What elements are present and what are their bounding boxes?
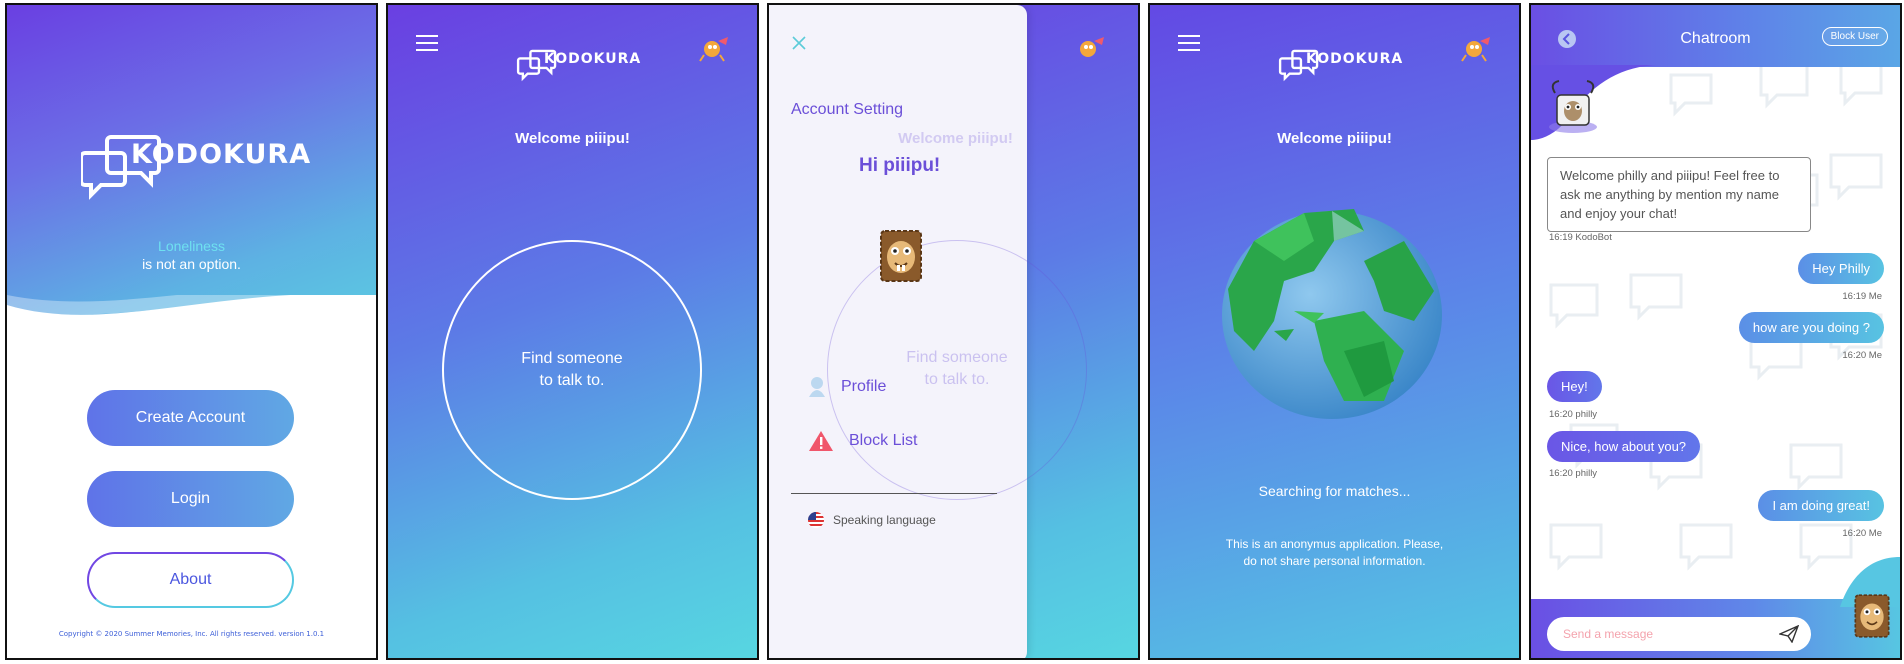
menu-item-profile[interactable]: Profile [807, 375, 886, 399]
avatar-icon[interactable] [877, 227, 925, 285]
bot-message: Welcome philly and piiipu! Feel free to … [1547, 157, 1811, 232]
app-logo: KODOKURA [516, 49, 641, 85]
app-logo-text: KODOKURA [131, 138, 312, 170]
divider [791, 493, 997, 494]
avatar-icon[interactable] [1852, 591, 1892, 641]
chat-message: how are you doing ? [1738, 312, 1884, 343]
message-input[interactable]: Send a message [1547, 617, 1811, 651]
app-logo: KODOKURA [1278, 49, 1403, 85]
menu-icon[interactable] [1178, 35, 1200, 51]
close-icon[interactable] [791, 35, 807, 51]
welcome-text: Welcome piiipu! [515, 130, 630, 147]
searching-screen: KODOKURA Welcome piiipu! Searching for m… [1148, 3, 1521, 660]
app-logo: KODOKURA [81, 133, 311, 209]
drawer-screen: KODOKURA Welcome piiipu! Find someone to… [767, 3, 1140, 660]
menu-item-label: Block List [849, 432, 918, 449]
tagline-line1: Loneliness [158, 238, 225, 254]
us-flag-icon [808, 512, 824, 528]
tagline-line2: is not an option. [142, 256, 241, 272]
avatar-icon [1080, 37, 1104, 57]
notice-line1: This is an anonymus application. Please, [1225, 537, 1444, 551]
chat-message-meta: 16:20 Me [1842, 350, 1882, 361]
profile-icon [809, 377, 825, 397]
app-logo-text: KODOKURA [544, 51, 642, 67]
chat-message-meta: 16:20 Me [1842, 528, 1882, 539]
globe-icon [1222, 209, 1442, 419]
avatar-icon[interactable] [698, 33, 732, 63]
account-setting-title: Account Setting [791, 101, 904, 118]
warning-icon [809, 431, 833, 451]
account-drawer: Welcome piiipu! Find someone to talk to.… [769, 5, 1087, 658]
login-button[interactable]: Login [87, 471, 294, 527]
chat-message: Hey! [1547, 371, 1602, 402]
copyright-text: Copyright © 2020 Summer Memories, Inc. A… [58, 630, 325, 638]
faded-find-circle: Find someone to talk to. [827, 240, 1087, 500]
kodobot-avatar-icon [1549, 80, 1597, 133]
greeting-text: Hi piiipu! [859, 155, 941, 176]
faded-welcome-text: Welcome piiipu! [898, 130, 1013, 147]
bot-message-meta: 16:19 KodoBot [1549, 232, 1612, 243]
chatroom-screen: Chatroom Block User Welcome philly and p… [1529, 3, 1902, 660]
chat-message-meta: 16:20 philly [1549, 468, 1598, 479]
menu-item-label: Profile [841, 378, 887, 395]
create-account-button[interactable]: Create Account [87, 390, 294, 446]
find-line1: Find someone [521, 350, 623, 367]
speaking-language-setting[interactable]: Speaking language [807, 511, 936, 529]
find-someone-button[interactable]: Find someone to talk to. [442, 240, 702, 500]
landing-screen: KODOKURA Loneliness is not an option. Cr… [5, 3, 378, 660]
speaking-language-label: Speaking language [833, 513, 936, 527]
welcome-text: Welcome piiipu! [1277, 130, 1392, 147]
menu-item-block-list[interactable]: Block List [807, 429, 917, 453]
app-logo-text: KODOKURA [1306, 51, 1404, 67]
menu-icon[interactable] [416, 35, 438, 51]
faded-find-line1: Find someone [906, 349, 1008, 366]
chat-message: I am doing great! [1758, 490, 1884, 521]
notice-line2: do not share personal information. [1243, 554, 1426, 568]
find-line2: to talk to. [539, 372, 605, 389]
chat-message: Nice, how about you? [1547, 431, 1701, 462]
block-user-button[interactable]: Block User [1821, 27, 1888, 46]
chat-message-meta: 16:19 Me [1842, 291, 1882, 302]
message-input-placeholder: Send a message [1563, 627, 1654, 641]
chat-message: Hey Philly [1798, 253, 1884, 284]
home-screen: KODOKURA Welcome piiipu! Find someone to… [386, 3, 759, 660]
searching-text: Searching for matches... [1258, 483, 1411, 499]
avatar-icon[interactable] [1460, 33, 1494, 63]
wave-divider [7, 295, 376, 375]
chat-message-meta: 16:20 philly [1549, 409, 1598, 420]
send-icon[interactable] [1779, 625, 1799, 643]
about-button[interactable]: About [87, 552, 294, 608]
